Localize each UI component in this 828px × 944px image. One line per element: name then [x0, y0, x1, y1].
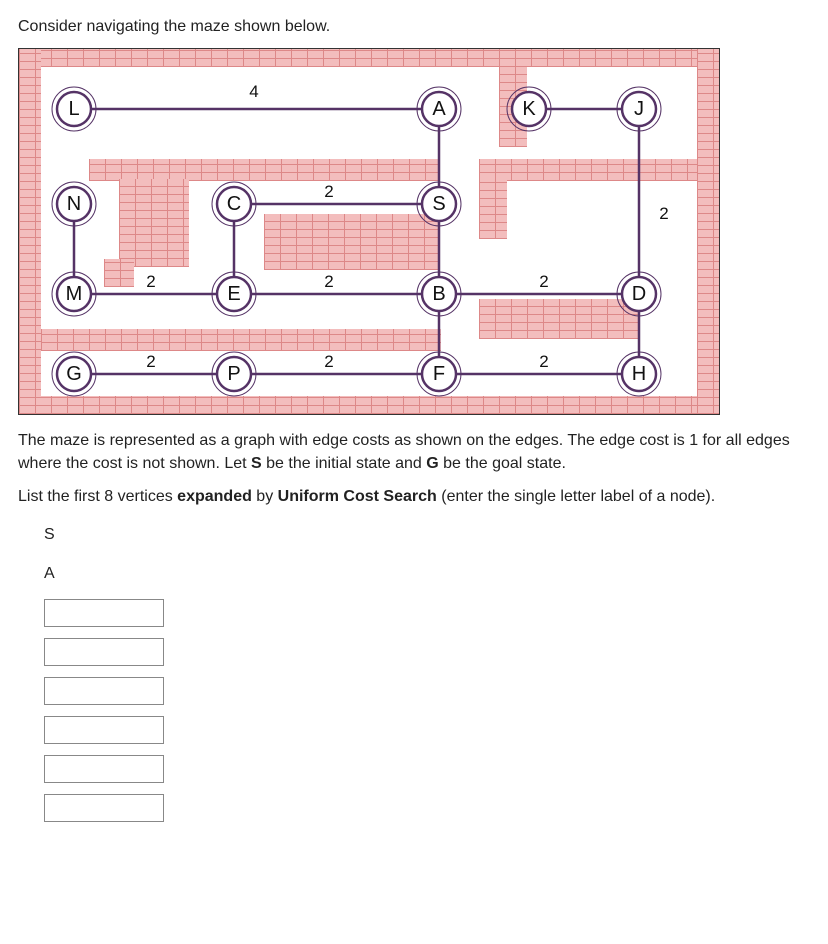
svg-text:A: A: [432, 98, 446, 120]
svg-text:L: L: [68, 98, 79, 120]
svg-text:2: 2: [324, 182, 333, 201]
answer-input-6[interactable]: [44, 716, 164, 744]
svg-text:K: K: [522, 98, 536, 120]
node-D: D: [617, 272, 661, 316]
maze-figure: 4 2 2 2 2 2 2 2 2 L A K J N C S M E B D …: [18, 48, 720, 415]
answer-input-7[interactable]: [44, 755, 164, 783]
svg-text:B: B: [432, 283, 445, 305]
answer-item-8: [44, 792, 810, 824]
svg-text:J: J: [634, 98, 644, 120]
svg-text:S: S: [432, 193, 445, 215]
answer-item-4: [44, 636, 810, 668]
answer-item-1: S: [44, 519, 810, 551]
explanation-2: List the first 8 vertices expanded by Un…: [18, 485, 810, 508]
svg-text:2: 2: [324, 352, 333, 371]
answer-fixed-2: A: [44, 565, 55, 583]
svg-text:4: 4: [249, 82, 258, 101]
answer-input-8[interactable]: [44, 794, 164, 822]
answer-item-3: [44, 597, 810, 629]
maze-graph-svg: 4 2 2 2 2 2 2 2 2 L A K J N C S M E B D …: [19, 49, 719, 414]
answer-input-5[interactable]: [44, 677, 164, 705]
svg-text:2: 2: [146, 352, 155, 371]
svg-text:D: D: [632, 283, 646, 305]
node-F: F: [417, 352, 461, 396]
explanation-1: The maze is represented as a graph with …: [18, 429, 810, 475]
svg-text:H: H: [632, 363, 646, 385]
svg-text:2: 2: [659, 204, 668, 223]
answer-item-5: [44, 675, 810, 707]
svg-text:C: C: [227, 193, 241, 215]
node-H: H: [617, 352, 661, 396]
node-S: S: [417, 182, 461, 226]
answer-input-3[interactable]: [44, 599, 164, 627]
svg-text:N: N: [67, 193, 81, 215]
svg-text:2: 2: [539, 272, 548, 291]
answer-item-6: [44, 714, 810, 746]
svg-text:2: 2: [324, 272, 333, 291]
node-J: J: [617, 87, 661, 131]
answer-item-2: A: [44, 558, 810, 590]
svg-text:F: F: [433, 363, 445, 385]
node-M: M: [52, 272, 96, 316]
svg-text:2: 2: [146, 272, 155, 291]
intro-text: Consider navigating the maze shown below…: [18, 18, 810, 36]
node-P: P: [212, 352, 256, 396]
node-A: A: [417, 87, 461, 131]
svg-text:M: M: [66, 283, 83, 305]
svg-text:2: 2: [539, 352, 548, 371]
node-L: L: [52, 87, 96, 131]
answer-list: S A: [18, 519, 810, 824]
svg-text:E: E: [227, 283, 240, 305]
svg-text:G: G: [66, 363, 82, 385]
node-N: N: [52, 182, 96, 226]
answer-item-7: [44, 753, 810, 785]
node-G: G: [52, 352, 96, 396]
answer-fixed-1: S: [44, 526, 55, 544]
node-K: K: [507, 87, 551, 131]
node-C: C: [212, 182, 256, 226]
svg-text:P: P: [227, 363, 240, 385]
node-B: B: [417, 272, 461, 316]
answer-input-4[interactable]: [44, 638, 164, 666]
node-E: E: [212, 272, 256, 316]
